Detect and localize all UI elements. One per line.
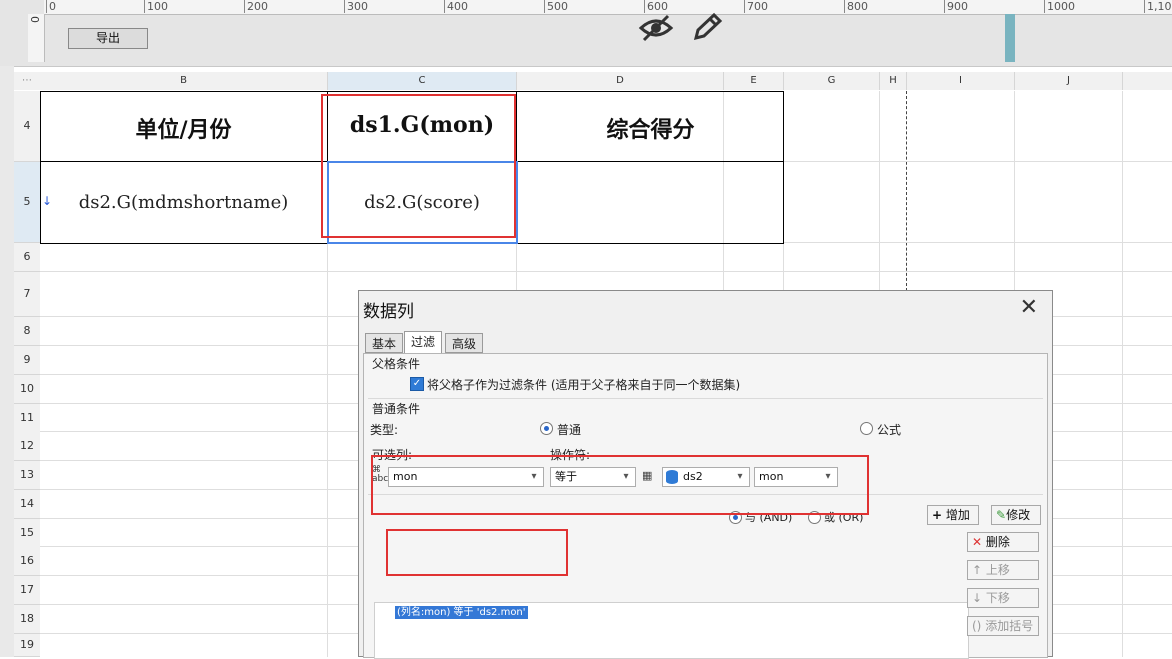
grid-line: [784, 161, 1172, 162]
condition-item[interactable]: (列名:mon) 等于 'ds2.mon': [395, 606, 528, 619]
delete-x-icon: ✕: [972, 535, 983, 549]
row-header-10[interactable]: 10: [14, 375, 40, 404]
export-button[interactable]: 导出: [68, 28, 148, 49]
data-column-dialog: 数据列 ✕ 基本 过滤 高级 父格条件 ✓ 将父格子作为过滤条件 (适用于父子格…: [358, 290, 1053, 659]
cell-b5[interactable]: ds2.G(mdmshortname): [40, 192, 327, 213]
ruler-tick: 900: [944, 0, 968, 13]
page-break-line: [906, 91, 907, 291]
type-label: 类型:: [370, 423, 399, 437]
normal-condition-title: 普通条件: [372, 402, 421, 416]
pencil-icon[interactable]: [690, 12, 724, 47]
row-header-13[interactable]: 13: [14, 461, 40, 490]
move-down-button[interactable]: ↓ 下移: [967, 588, 1039, 608]
parent-filter-label: 将父格子作为过滤条件 (适用于父子格来自于同一个数据集): [427, 378, 741, 392]
divider: [368, 398, 1043, 399]
delete-button-label: 删除: [985, 535, 1010, 549]
row-header-9[interactable]: 9: [14, 346, 40, 375]
row-header-18[interactable]: 18: [14, 605, 40, 634]
delete-button[interactable]: ✕ 删除: [967, 532, 1039, 552]
ruler-tick: 200: [244, 0, 268, 13]
highlight-box-condition-item: [386, 529, 568, 576]
add-bracket-button-label: 添加括号: [985, 619, 1034, 633]
add-button[interactable]: + 增加: [927, 505, 979, 525]
move-up-button-label: 上移: [985, 563, 1010, 577]
add-bracket-button[interactable]: () 添加括号: [967, 616, 1039, 636]
row-header-6[interactable]: 6: [14, 243, 40, 272]
type-normal-label: 普通: [557, 423, 582, 437]
modify-button-label: 修改: [1006, 508, 1031, 522]
ruler-tick: 500: [544, 0, 568, 13]
ruler-tick: 100: [144, 0, 168, 13]
row-header-14[interactable]: 14: [14, 490, 40, 519]
move-up-button[interactable]: ↑ 上移: [967, 560, 1039, 580]
cell-d4[interactable]: 综合得分: [517, 112, 784, 144]
ruler-tick: 400: [444, 0, 468, 13]
row-header-17[interactable]: 17: [14, 576, 40, 605]
expand-down-arrow-icon: ↓: [42, 194, 53, 208]
move-down-button-label: 下移: [985, 591, 1010, 605]
select-all-corner[interactable]: ⋯: [14, 72, 41, 90]
column-header-i[interactable]: I: [907, 72, 1015, 90]
ruler-tick: 800: [844, 0, 868, 13]
ruler-tick: 1000: [1044, 0, 1075, 13]
ruler-tick: 700: [744, 0, 768, 13]
ruler-tick: 1,10: [1144, 0, 1172, 13]
row-header-7[interactable]: 7: [14, 272, 40, 317]
design-toolbar: 0 100 200 300 400 500 600 700 800 900 10…: [0, 0, 1172, 67]
column-header-extra[interactable]: [1123, 72, 1172, 90]
plus-icon: +: [932, 508, 943, 522]
bracket-icon: (): [972, 619, 982, 633]
arrow-down-icon: ↓: [972, 591, 983, 605]
highlight-box-column-c: [321, 94, 516, 238]
column-header-b[interactable]: B: [40, 72, 328, 90]
horizontal-ruler: 0 100 200 300 400 500 600 700 800 900 10…: [44, 0, 1172, 15]
column-header-j[interactable]: J: [1015, 72, 1123, 90]
eye-off-icon[interactable]: [638, 12, 674, 47]
row-header-5[interactable]: 5: [14, 162, 40, 243]
type-formula-radio[interactable]: [860, 422, 873, 435]
edit-icon: ✎: [996, 508, 1007, 522]
add-button-label: 增加: [945, 508, 970, 522]
row-header-12[interactable]: 12: [14, 432, 40, 461]
type-normal-radio[interactable]: [540, 422, 553, 435]
dialog-title: 数据列: [363, 302, 414, 322]
column-header-d[interactable]: D: [517, 72, 724, 90]
ruler-tick: 0: [46, 0, 56, 13]
row-header-4[interactable]: 4: [14, 91, 40, 162]
modify-button[interactable]: ✎修改: [991, 505, 1041, 525]
parent-filter-checkbox[interactable]: ✓: [410, 377, 424, 391]
column-header-h[interactable]: H: [880, 72, 907, 90]
tab-advanced[interactable]: 高级: [445, 333, 484, 353]
row-header-19[interactable]: 19: [14, 634, 40, 657]
page-boundary-marker: [1005, 14, 1015, 62]
vertical-ruler-label: 0: [28, 16, 41, 23]
type-formula-label: 公式: [877, 423, 902, 437]
vertical-ruler: 0: [28, 14, 45, 62]
row-header-8[interactable]: 8: [14, 317, 40, 346]
grid-line: [784, 242, 1172, 243]
arrow-up-icon: ↑: [972, 563, 983, 577]
row-header-16[interactable]: 16: [14, 547, 40, 576]
tab-basic[interactable]: 基本: [365, 333, 404, 353]
highlight-box-condition-fields: [371, 455, 869, 515]
column-header-c[interactable]: C: [328, 72, 517, 90]
ruler-tick: 300: [344, 0, 368, 13]
row-header-15[interactable]: 15: [14, 519, 40, 548]
column-header-e[interactable]: E: [724, 72, 784, 90]
grid-line: [40, 271, 1172, 272]
close-icon[interactable]: ✕: [1020, 295, 1038, 320]
condition-list[interactable]: (列名:mon) 等于 'ds2.mon': [374, 602, 969, 659]
tab-filter[interactable]: 过滤: [404, 331, 443, 353]
column-header-g[interactable]: G: [784, 72, 880, 90]
parent-condition-title: 父格条件: [372, 357, 421, 371]
row-header-11[interactable]: 11: [14, 404, 40, 433]
cell-b4[interactable]: 单位/月份: [40, 112, 327, 144]
